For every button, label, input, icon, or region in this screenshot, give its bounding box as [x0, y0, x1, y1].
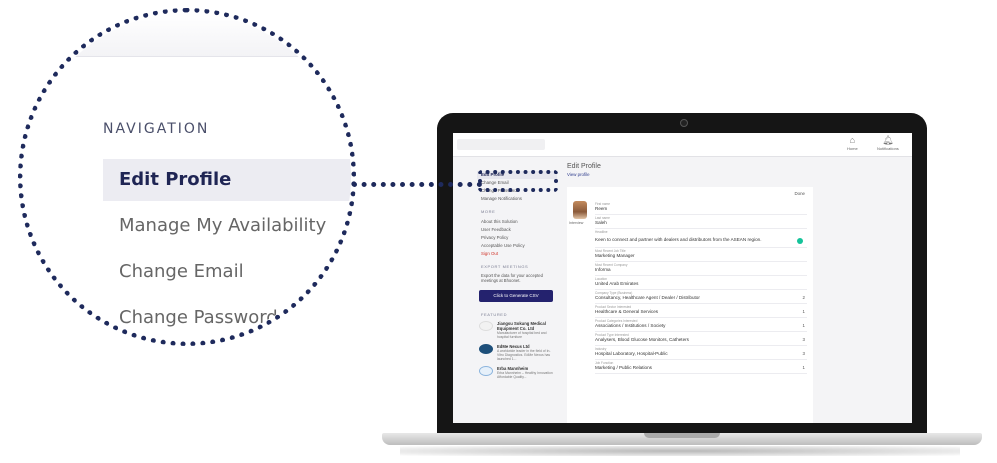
camera-icon: [680, 119, 688, 127]
featured-desc: Manufacturer of hospital bed and hospita…: [497, 330, 547, 339]
magnifier-circle: NAVIGATION Edit Profile Manage My Availa…: [18, 8, 356, 346]
home-label: Home: [847, 146, 858, 151]
field-value: Associations / Institutions / Society: [595, 323, 666, 328]
sidebar-item-privacy[interactable]: Privacy Policy: [477, 234, 557, 242]
field-count: 3: [802, 351, 805, 356]
field-count: 1: [802, 323, 805, 328]
zoom-nav-manage-availability[interactable]: Manage My Availability: [103, 205, 351, 247]
field-headline[interactable]: Headline Keen to connect and partner wit…: [595, 229, 807, 248]
field-job-title[interactable]: Most Recent Job Title Marketing Manager: [595, 248, 807, 262]
magnifier-connector: [352, 182, 482, 187]
export-meetings-title: EXPORT MEETINGS: [481, 264, 529, 269]
laptop-shadow: [400, 446, 960, 456]
field-job-function[interactable]: Job Function Marketing / Public Relation…: [595, 360, 807, 374]
field-company-type[interactable]: Company Type (Business) Consultancy, Hea…: [595, 290, 807, 304]
featured-logo: [479, 343, 493, 354]
field-value: Analysers, Blood Glucose Monitors, Cathe…: [595, 337, 689, 342]
magnified-header-band: [23, 13, 351, 57]
field-value: Reem: [595, 206, 608, 211]
featured-logo: [479, 320, 493, 331]
field-count: 1: [802, 309, 805, 314]
zoom-nav-change-password[interactable]: Change Password: [103, 297, 351, 339]
field-company[interactable]: Most Recent Company Informa: [595, 262, 807, 276]
field-first-name[interactable]: First name Reem: [595, 201, 807, 215]
home-button[interactable]: ⌂ Home: [847, 135, 858, 151]
field-value: Consultancy, Healthcare Agent / Dealer /…: [595, 295, 700, 300]
sidebar-item-acceptable-use[interactable]: Acceptable Use Policy: [477, 242, 557, 250]
bell-icon: 🔔︎: [882, 135, 894, 145]
featured-title: FEATURED: [481, 311, 508, 317]
featured-desc: Erba Mannheim – Healthy Innovation Affor…: [497, 370, 553, 379]
profile-fields: First name Reem Last name Saleh Headline…: [595, 201, 807, 374]
notifications-button[interactable]: 🔔︎ Notifications: [877, 135, 899, 151]
field-value: United Arab Emirates: [595, 281, 639, 286]
laptop-base: [382, 433, 982, 445]
zoom-nav-edit-profile[interactable]: Edit Profile: [103, 159, 351, 201]
view-profile-link[interactable]: View profile: [567, 172, 907, 177]
featured-item[interactable]: Jiangsu Sokung Medical Equipment Co. Ltd…: [479, 320, 557, 339]
field-industry[interactable]: Industry Hospital Laboratory, Hospital-P…: [595, 346, 807, 360]
sidebar: Edit Profile Change Email Change Passwor…: [477, 165, 557, 384]
featured-logo: [479, 365, 493, 376]
featured-item[interactable]: Erba Mannheim Erba Mannheim – Healthy In…: [479, 365, 557, 379]
field-value: Marketing / Public Relations: [595, 365, 652, 370]
field-count: 3: [802, 337, 805, 342]
field-last-name[interactable]: Last name Saleh: [595, 215, 807, 229]
sidebar-item-manage-notifications[interactable]: Manage Notifications: [477, 195, 557, 203]
featured-desc: A worldwide leader in the field of In-Vi…: [497, 348, 551, 361]
sidebar-more-title: MORE: [481, 209, 496, 214]
field-count: 2: [802, 295, 805, 300]
home-icon: ⌂: [849, 135, 856, 145]
sidebar-item-sign-out[interactable]: Sign Out: [477, 250, 557, 258]
field-product-sector[interactable]: Product Sector Interested Healthcare & G…: [595, 304, 807, 318]
notifications-label: Notifications: [877, 146, 899, 151]
field-label: Headline: [595, 230, 608, 234]
field-product-categories[interactable]: Product Categories Interested Associatio…: [595, 318, 807, 332]
sidebar-item-about[interactable]: About this Solution: [477, 218, 557, 226]
done-link[interactable]: Done: [795, 191, 806, 196]
laptop-lid: ⌂ Home 🔔︎ Notifications Edit Profile Cha…: [437, 113, 927, 435]
zoom-navigation-title: NAVIGATION: [103, 121, 210, 137]
featured-name: Jiangsu Sokung Medical Equipment Co. Ltd: [497, 320, 546, 331]
page-title: Edit Profile: [567, 163, 601, 170]
header-search-bar[interactable]: [457, 139, 545, 150]
field-value: Marketing Manager: [595, 253, 635, 258]
field-value: Informa: [595, 267, 611, 272]
avatar[interactable]: [573, 201, 587, 219]
field-value: Keen to connect and partner with dealers…: [595, 237, 762, 242]
field-value: Healthcare & General Services: [595, 309, 659, 314]
grammarly-icon[interactable]: [797, 238, 803, 244]
export-meetings-text: Export the data for your accepted meetin…: [481, 273, 543, 284]
field-value: Saleh: [595, 220, 607, 225]
field-product-type[interactable]: Product Type Interested Analysers, Blood…: [595, 332, 807, 346]
avatar-label: Interview: [569, 221, 584, 225]
screen-highlight-ring: [478, 170, 558, 192]
field-count: 1: [802, 365, 805, 370]
generate-csv-button[interactable]: Click to Generate CSV: [479, 289, 553, 302]
magnified-view: NAVIGATION Edit Profile Manage My Availa…: [23, 13, 351, 341]
sidebar-item-feedback[interactable]: User Feedback: [477, 226, 557, 234]
main-content: Edit Profile View profile Done Interview…: [567, 163, 907, 423]
featured-item[interactable]: EdMe Nexus Ltd A worldwide leader in the…: [479, 343, 557, 361]
zoom-nav-change-email[interactable]: Change Email: [103, 251, 351, 293]
featured-section: FEATURED Jiangsu Sokung Medical Equipmen…: [477, 312, 557, 379]
app-header: ⌂ Home 🔔︎ Notifications: [453, 133, 912, 157]
field-value: Hospital Laboratory, Hospital-Public: [595, 351, 668, 356]
field-location[interactable]: Location United Arab Emirates: [595, 276, 807, 290]
profile-card: Done Interview First name Reem Last name…: [567, 187, 813, 423]
laptop-base-notch: [644, 433, 720, 438]
